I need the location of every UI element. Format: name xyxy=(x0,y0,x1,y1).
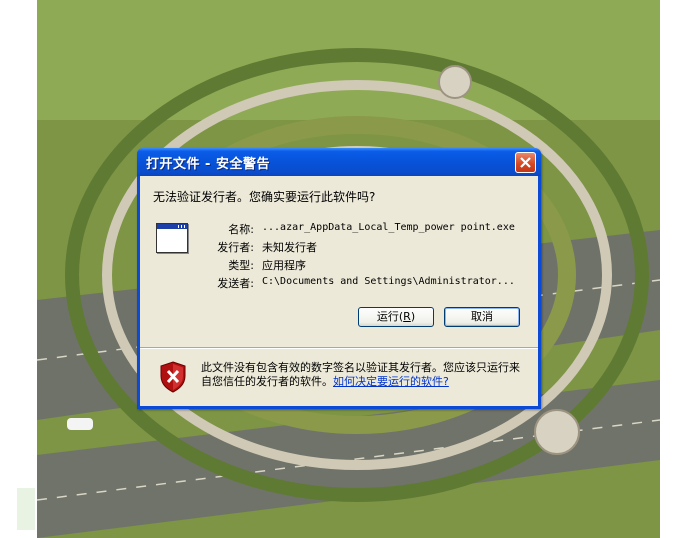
prompt-question: 无法验证发行者。您确实要运行此软件吗? xyxy=(153,190,376,204)
close-icon xyxy=(520,157,531,168)
edge-artifact xyxy=(17,488,35,530)
shield-warning-icon xyxy=(160,361,186,393)
close-button[interactable] xyxy=(515,152,536,173)
type-label: 类型: xyxy=(228,259,254,272)
cancel-button[interactable]: 取消 xyxy=(444,307,520,327)
from-value: C:\Documents and Settings\Administrator.… xyxy=(262,276,515,287)
run-button[interactable]: 运行(R) xyxy=(358,307,434,327)
security-warning-dialog: 打开文件 - 安全警告 无法验证发行者。您确实要运行此软件吗? 名称: ...a… xyxy=(137,148,541,409)
from-label: 发送者: xyxy=(217,277,254,290)
run-hotkey: R xyxy=(403,310,411,323)
title-bar[interactable]: 打开文件 - 安全警告 xyxy=(137,148,541,176)
run-button-label: 运行 xyxy=(376,310,399,323)
dialog-body: 无法验证发行者。您确实要运行此软件吗? 名称: ...azar_AppData_… xyxy=(140,176,538,406)
publisher-value: 未知发行者 xyxy=(262,241,317,254)
dialog-title: 打开文件 - 安全警告 xyxy=(146,157,270,172)
help-link[interactable]: 如何决定要运行的软件? xyxy=(333,375,449,388)
cancel-button-label: 取消 xyxy=(471,310,493,323)
name-label: 名称: xyxy=(228,223,254,236)
file-name-value: ...azar_AppData_Local_Temp_power point.e… xyxy=(262,222,515,233)
warning-area: 此文件没有包含有效的数字签名以验证其发行者。您应该只运行来自您信任的发行者的软件… xyxy=(140,349,538,406)
publisher-label: 发行者: xyxy=(217,241,254,254)
type-value: 应用程序 xyxy=(262,259,306,272)
warning-message: 此文件没有包含有效的数字签名以验证其发行者。您应该只运行来自您信任的发行者的软件… xyxy=(201,361,521,389)
